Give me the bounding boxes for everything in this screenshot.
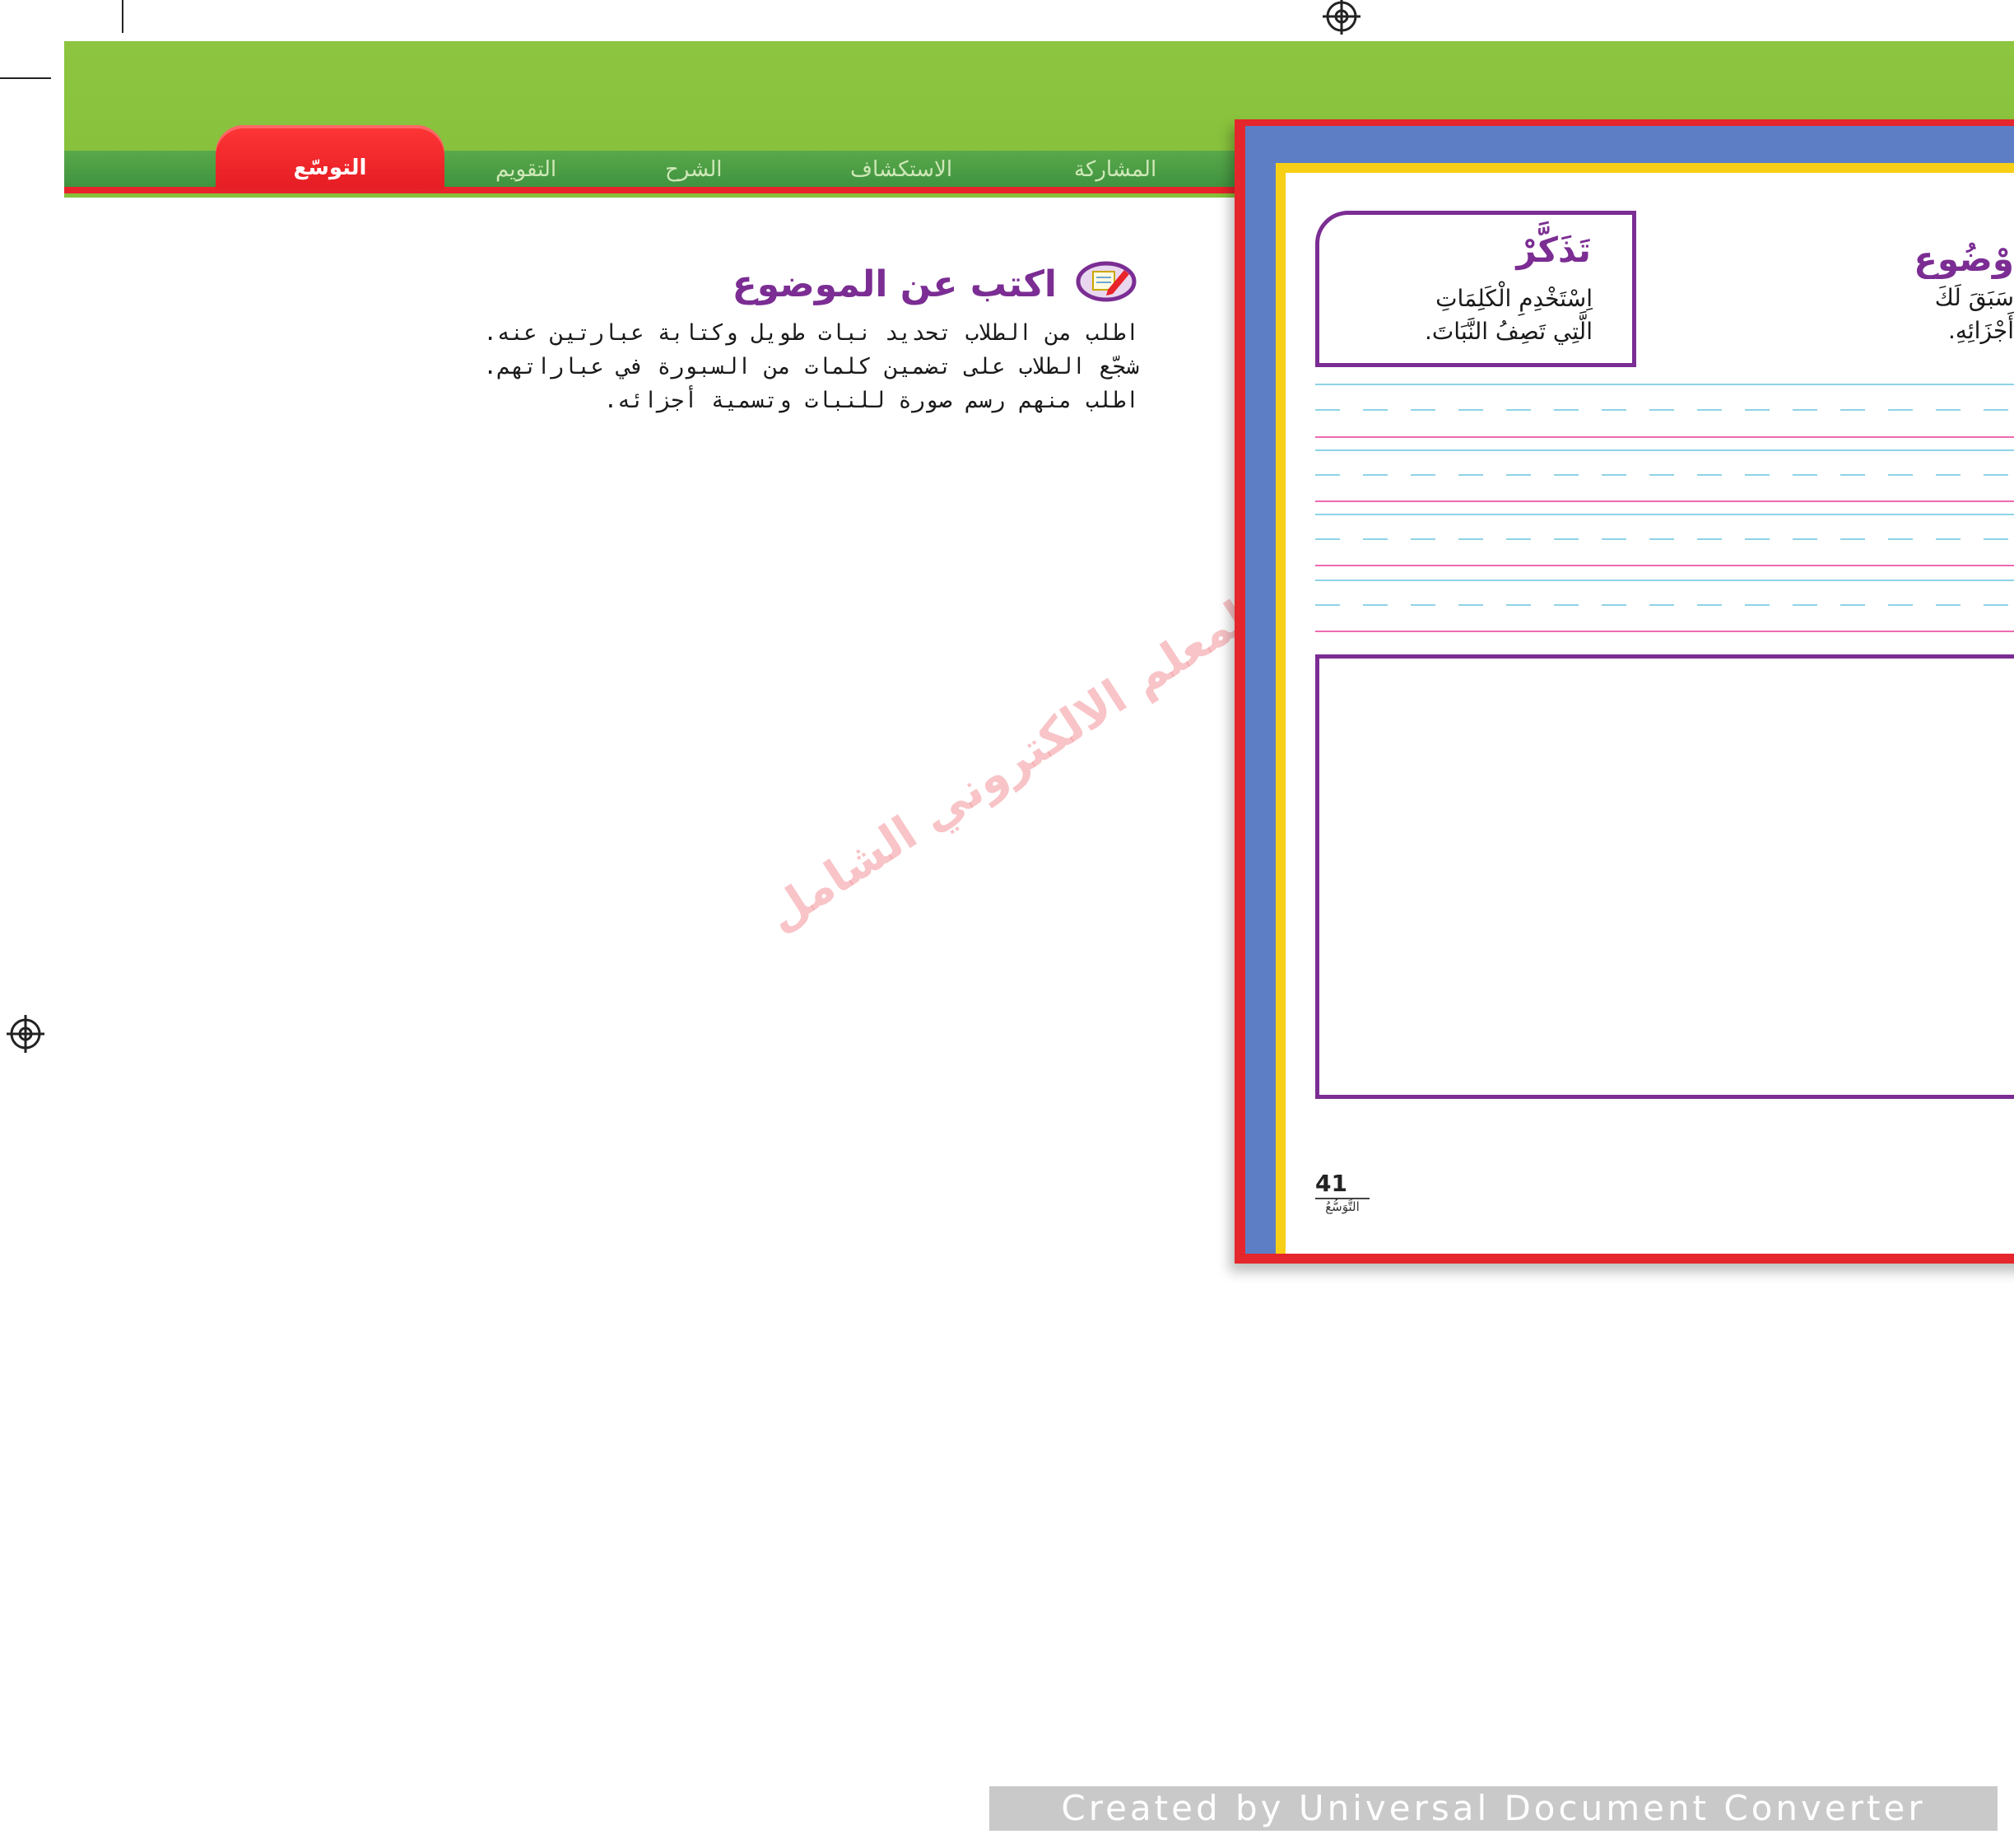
writing-guide-lines (1315, 384, 2014, 632)
remember-title: تَذَكَّرْ (1516, 230, 1591, 270)
pencil-paper-icon (1076, 261, 1137, 302)
tab-explanation[interactable]: الشرح (665, 153, 722, 186)
page-number: 41 (1315, 1170, 1347, 1197)
topic-text-cropped: سَبَقَ لَكَ أَجْزَائِهِ. (1897, 282, 2014, 347)
tab-exploration[interactable]: الاستكشاف (850, 153, 952, 186)
remember-box: تَذَكَّرْ اِسْتَخْدِمِ الْكَلِمَاتِ الَّ… (1315, 211, 1636, 367)
crop-mark-vertical (122, 0, 123, 33)
topic-line: سَبَقَ لَكَ (1934, 284, 2014, 311)
topic-title-cropped: وْضُوع (1914, 239, 2014, 279)
remember-line: الَّتِي تَصِفُ النَّبَاتَ. (1425, 318, 1593, 345)
watermark-text: المعلم الالكتروني الشامل (757, 582, 1272, 943)
topic-line: أَجْزَائِهِ. (1947, 317, 2014, 344)
instruction-item: اطلب من الطلاب تحديد نبات طويل وكتابة عب… (483, 320, 1139, 346)
tab-participation[interactable]: المشاركة (1074, 153, 1156, 186)
remember-line: اِسْتَخْدِمِ الْكَلِمَاتِ (1435, 285, 1593, 312)
lesson-title: اكتب عن الموضوع (732, 263, 1057, 305)
remember-text: اِسْتَخْدِمِ الْكَلِمَاتِ الَّتِي تَصِفُ… (1425, 282, 1593, 348)
crop-mark-horizontal (0, 77, 51, 79)
instruction-list: اطلب من الطلاب تحديد نبات طويل وكتابة عب… (275, 316, 1139, 417)
instruction-item: شجّع الطلاب على تضمين كلمات من السبورة ف… (483, 354, 1139, 379)
tab-extension-active[interactable]: التوسّع (216, 125, 444, 189)
converter-banner: Created by Universal Document Converter (989, 1786, 1998, 1831)
registration-mark-icon (1323, 0, 1360, 35)
page-section-label: التَّوَسُّعُ (1315, 1198, 1370, 1214)
drawing-area (1315, 654, 2014, 1099)
registration-mark-icon (7, 1015, 44, 1053)
tab-evaluation[interactable]: التقويم (495, 153, 556, 186)
instruction-item: اطلب منهم رسم صورة للنبات وتسمية أجزائه. (603, 388, 1139, 413)
